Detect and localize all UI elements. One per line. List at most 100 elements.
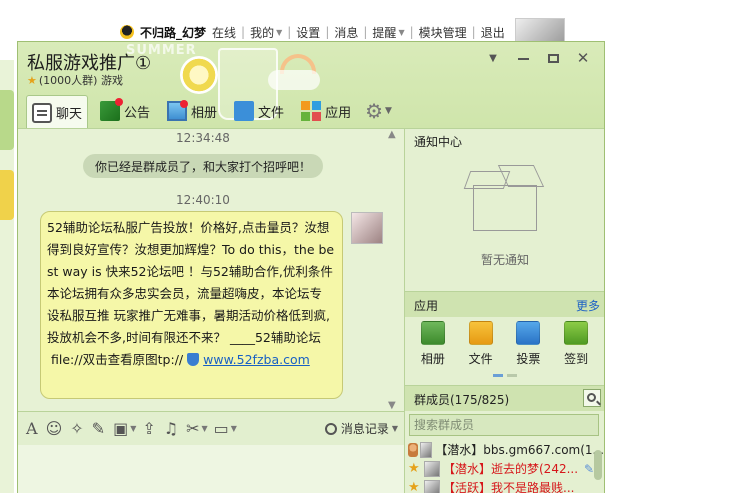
chevron-down-icon: ▼ [398,27,405,37]
maximize-button[interactable] [538,48,568,68]
tab-files[interactable]: 文件 [229,95,289,127]
page-indicator[interactable] [493,374,517,377]
message-input[interactable] [18,445,404,493]
forum-link-messages[interactable]: 消息 [334,24,358,41]
side-tab[interactable] [0,170,14,220]
scroll-up-arrow[interactable]: ▲ [388,129,396,140]
empty-box-icon [463,163,551,237]
clock-icon [324,422,337,435]
admin-star-icon: ★ [408,479,420,493]
separator: | [241,25,246,39]
system-message: 你已经是群成员了，和大家打个招呼吧！ [83,154,323,178]
font-icon[interactable]: A [26,420,38,437]
folder-app-icon [468,321,493,345]
tab-chat[interactable]: 聊天 [26,95,89,128]
tab-notice[interactable]: 公告 [95,95,155,127]
member-row[interactable]: 【潜水】bbs.gm667.com(1... [405,440,604,459]
apps-icon [301,101,322,121]
chevron-down-icon: ▼ [276,27,283,37]
forum-link-logout[interactable]: 退出 [481,24,505,41]
forum-link-mine[interactable]: 我的 [250,24,274,41]
member-row[interactable]: ★ 【潜水】逝去的梦(242... ✎ [405,459,604,478]
message-bubble[interactable]: 52辅助论坛私服广告投放！价格好,点击量员？汝想 得到良好宣传？汝想更加辉煌？T… [40,211,343,399]
app-files[interactable]: 文件 [459,319,503,379]
forum-link-settings[interactable]: 设置 [296,24,320,41]
message-timestamp: 12:34:48 [176,131,230,145]
message-text: file://双击查看原图tp:// [50,352,184,367]
magic-wand-icon[interactable]: ✧ [70,420,83,437]
message-line: 得到良好宣传？汝想更加辉煌？To do this，the be [47,242,335,257]
app-checkin[interactable]: 签到 [554,319,598,379]
lemon-decoration [180,56,218,94]
separator: | [363,25,368,39]
forum-link-module-manage[interactable]: 模块管理 [419,24,467,41]
app-album[interactable]: 相册 [411,319,455,379]
tab-label: 相册 [191,105,218,121]
chevron-down-icon[interactable]: ▼ [231,424,237,433]
window-controls: ▼ ✕ [478,48,598,68]
emoji-icon[interactable]: ☺ [46,420,63,437]
input-toolbar: A ☺ ✧ ✎ ▣ ▼ ⇪ ♫ ✂ ▼ ▭ ▼ 消息记录 ▼ [18,411,404,445]
minimize-button[interactable] [508,48,538,68]
tab-album[interactable]: 相册 [162,95,222,127]
history-button[interactable]: 消息记录 ▼ [324,420,398,437]
sender-avatar[interactable] [351,212,383,244]
apps-list: 相册 文件 投票 签到 [405,319,604,379]
chevron-down-icon[interactable]: ▼ [385,106,392,116]
apps-section-title: 应用 [414,299,439,313]
box-body [473,185,537,231]
scroll-down-arrow[interactable]: ▼ [388,400,396,411]
app-label: 投票 [516,352,541,366]
qq-penguin-icon [120,25,134,39]
member-search-input[interactable] [409,414,599,436]
minimize-icon [517,58,529,60]
image-icon[interactable]: ▣ [113,420,128,437]
member-avatar [420,441,433,458]
group-chat-window: SUMMER 私服游戏推广① ★ (1000人群) 游戏 ▼ ✕ 聊天 公告 相… [17,41,605,493]
chevron-down-icon: ▼ [391,424,398,433]
member-row[interactable]: ★ 【活跃】我不是路最贱... [405,478,604,493]
edit-icon[interactable]: ✎ [92,420,105,437]
notice-center-title: 通知中心 [414,135,463,149]
close-button[interactable]: ✕ [568,48,598,68]
window-menu-button[interactable]: ▼ [478,48,508,68]
message-link[interactable]: www.52fzba.com [203,352,310,367]
tab-label: 应用 [325,105,352,121]
members-count-title: 群成员(175/825) [414,393,510,407]
member-name: 【潜水】bbs.gm667.com(1... [435,443,604,457]
message-line: 52辅助论坛私服广告投放！价格好,点击量员？汝想 [47,220,330,235]
more-apps-link[interactable]: 更多 [576,297,600,314]
forum-status[interactable]: 在线 [212,24,236,41]
forum-username[interactable]: 不归路_幻梦 [140,24,206,41]
message-timestamp: 12:40:10 [176,193,230,207]
upload-icon[interactable]: ⇪ [142,420,155,437]
chevron-down-icon[interactable]: ▼ [130,424,136,433]
chevron-down-icon[interactable]: ▼ [202,424,208,433]
member-list-scrollbar[interactable] [594,450,602,480]
tab-label: 文件 [258,105,285,121]
app-vote[interactable]: 投票 [506,319,550,379]
forum-left-strip [0,60,14,493]
empty-notice-text: 暂无通知 [480,253,529,267]
side-tab[interactable] [0,90,14,150]
history-label: 消息记录 [340,422,389,436]
scissors-icon[interactable]: ✂ [186,420,199,437]
message-line: 本论坛拥有众多忠实会员，流量超嗨皮，本论坛专 [47,286,323,301]
music-icon[interactable]: ♫ [164,420,178,437]
owner-icon [408,442,419,457]
member-search-button[interactable] [583,389,601,407]
more-tools-icon[interactable]: ▭ [214,420,229,437]
app-label: 相册 [420,352,445,366]
member-list[interactable]: 【潜水】bbs.gm667.com(1... ★ 【潜水】逝去的梦(242...… [405,440,604,493]
cloud-decoration [268,70,320,90]
chat-message-area[interactable]: 12:34:48 你已经是群成员了，和大家打个招呼吧！ 12:40:10 52辅… [18,128,404,411]
forum-link-reminders[interactable]: 提醒 [372,24,396,41]
tab-apps[interactable]: 应用 [296,95,356,127]
edit-icon[interactable]: ✎ [584,462,594,476]
group-subtitle: ★ (1000人群) 游戏 [27,72,123,88]
close-icon: ✕ [576,49,590,67]
member-name: 【潜水】逝去的梦(242... [443,462,579,476]
window-header: SUMMER 私服游戏推广① ★ (1000人群) 游戏 ▼ ✕ 聊天 公告 相… [18,42,604,128]
gear-icon[interactable]: ⚙ [365,99,383,123]
message-line: st way is 快来52论坛吧 ！与52辅助合作,优利条件 [47,264,333,279]
